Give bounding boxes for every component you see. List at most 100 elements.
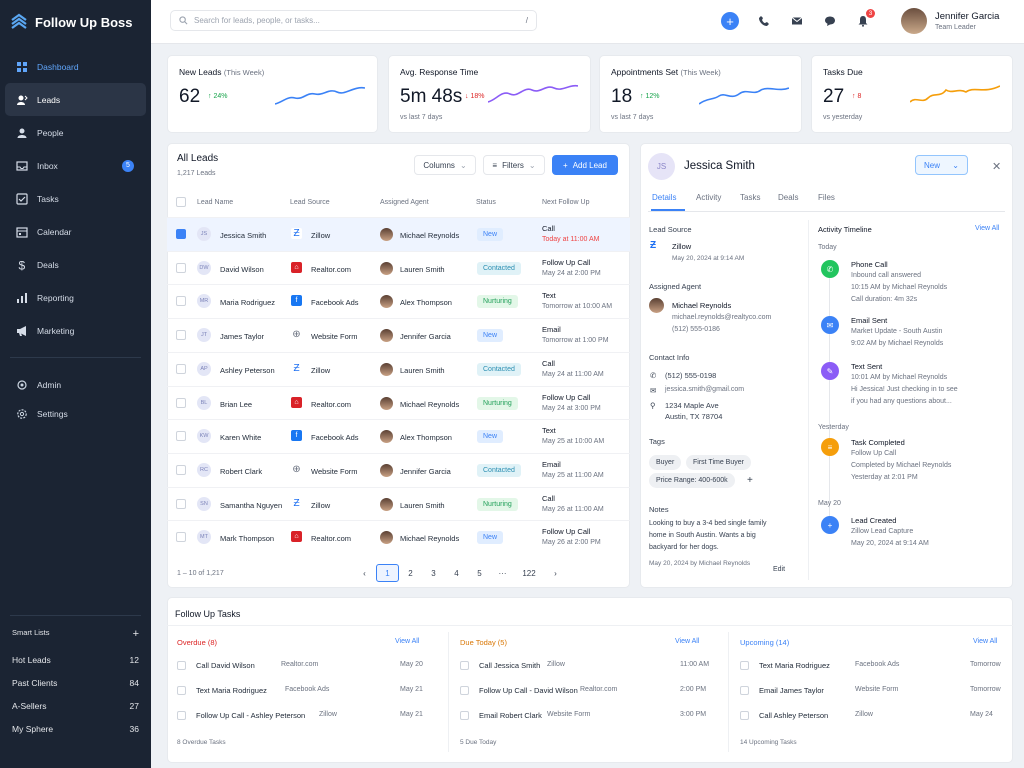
nav-item-people[interactable]: People xyxy=(5,116,146,149)
smart-list-item[interactable]: A-Sellers 27 xyxy=(0,694,151,717)
page-button[interactable]: 3 xyxy=(422,564,445,582)
task-group-due[interactable]: Due Today (5) xyxy=(460,638,507,647)
logo[interactable]: Follow Up Boss xyxy=(0,0,151,44)
edit-note-button[interactable]: Edit xyxy=(773,566,785,573)
stat-card[interactable]: Appointments Set (This Week) 18 ↑ 12% vs… xyxy=(599,55,802,133)
tab-tasks[interactable]: Tasks xyxy=(740,193,760,202)
phone-icon[interactable] xyxy=(756,13,772,29)
task-checkbox[interactable] xyxy=(460,685,469,695)
row-checkbox[interactable] xyxy=(176,262,186,273)
nav-item-admin[interactable]: Admin xyxy=(5,368,146,401)
task-checkbox[interactable] xyxy=(177,710,186,720)
table-row[interactable]: JT James Taylor ⊕ Website Form Jennifer … xyxy=(167,318,630,352)
view-all-tasks-link[interactable]: View All xyxy=(973,638,997,645)
page-button[interactable]: 4 xyxy=(445,564,468,582)
lead-name[interactable]: Jessica Smith xyxy=(220,231,266,240)
task-row[interactable]: Follow Up Call - Ashley Peterson xyxy=(177,706,305,724)
quick-add-button[interactable]: + xyxy=(721,12,739,30)
column-header[interactable]: Lead Name xyxy=(197,199,233,206)
row-checkbox[interactable] xyxy=(176,397,186,408)
agent-phone[interactable]: (512) 555-0186 xyxy=(672,326,720,333)
lead-name[interactable]: Karen White xyxy=(220,433,261,442)
lead-name[interactable]: Brian Lee xyxy=(220,400,252,409)
task-checkbox[interactable] xyxy=(740,660,749,670)
task-row[interactable]: Call Ashley Peterson xyxy=(740,706,828,724)
row-checkbox[interactable] xyxy=(176,532,186,543)
close-icon[interactable]: ✕ xyxy=(992,160,1001,173)
lead-name[interactable]: Maria Rodriguez xyxy=(220,298,275,307)
smart-list-item[interactable]: Past Clients 84 xyxy=(0,671,151,694)
tag[interactable]: Price Range: 400-600k xyxy=(649,473,735,488)
mail-icon[interactable] xyxy=(789,13,805,29)
tag[interactable]: First Time Buyer xyxy=(686,455,751,470)
lead-name[interactable]: Ashley Peterson xyxy=(220,366,275,375)
table-row[interactable]: MT Mark Thompson ⌂ Realtor.com Michael R… xyxy=(167,520,630,554)
stat-card[interactable]: New Leads (This Week) 62 ↑ 24% xyxy=(167,55,378,133)
task-row[interactable]: Email Robert Clark xyxy=(460,706,542,724)
row-checkbox[interactable] xyxy=(176,330,186,341)
stat-card[interactable]: Avg. Response Time 5m 48s ↓ 18% vs last … xyxy=(388,55,591,133)
task-row[interactable]: Follow Up Call - David Wilson xyxy=(460,681,578,699)
filters-button[interactable]: ≡ Filters ⌄ xyxy=(483,155,545,175)
contact-phone[interactable]: (512) 555-0198 xyxy=(665,371,716,380)
page-button[interactable]: ··· xyxy=(491,564,514,582)
table-row[interactable]: SN Samantha Nguyen Ƶ Zillow Lauren Smith… xyxy=(167,486,630,521)
task-group-overdue[interactable]: Overdue (8) xyxy=(177,638,217,647)
table-row[interactable]: MR Maria Rodriguez f Facebook Ads Alex T… xyxy=(167,284,630,318)
chat-icon[interactable] xyxy=(822,13,838,29)
task-checkbox[interactable] xyxy=(177,685,186,695)
agent-email[interactable]: michael.reynolds@realtyco.com xyxy=(672,314,771,321)
contact-email[interactable]: jessica.smith@gmail.com xyxy=(665,386,744,393)
tab-details[interactable]: Details xyxy=(652,193,676,202)
stat-card[interactable]: Tasks Due 27 ↑ 8 vs yesterday xyxy=(811,55,1013,133)
prev-page-button[interactable]: ‹ xyxy=(353,564,376,582)
nav-item-settings[interactable]: Settings xyxy=(5,401,146,427)
column-header[interactable]: Assigned Agent xyxy=(380,199,429,206)
table-row[interactable]: AP Ashley Peterson Ƶ Zillow Lauren Smith… xyxy=(167,351,630,386)
task-row[interactable]: Call Jessica Smith xyxy=(460,656,540,674)
task-row[interactable]: Text Maria Rodriguez xyxy=(177,681,267,699)
view-all-activity-link[interactable]: View All xyxy=(975,225,999,232)
nav-item-inbox[interactable]: Inbox 5 xyxy=(5,149,146,182)
row-checkbox[interactable] xyxy=(176,296,186,307)
add-smart-list-button[interactable]: + xyxy=(133,628,139,640)
task-group-upcoming[interactable]: Upcoming (14) xyxy=(740,638,789,647)
table-row[interactable]: RC Robert Clark ⊕ Website Form Jennifer … xyxy=(167,452,630,487)
nav-item-calendar[interactable]: Calendar xyxy=(5,215,146,248)
row-checkbox[interactable] xyxy=(176,363,186,374)
page-button[interactable]: 122 xyxy=(514,564,544,582)
status-select[interactable]: New ⌄ xyxy=(915,155,968,175)
search-input[interactable]: Search for leads, people, or tasks... / xyxy=(170,10,537,31)
lead-name[interactable]: Mark Thompson xyxy=(220,534,274,543)
task-checkbox[interactable] xyxy=(740,710,749,720)
table-row[interactable]: BL Brian Lee ⌂ Realtor.com Michael Reyno… xyxy=(167,385,630,420)
page-button[interactable]: 5 xyxy=(468,564,491,582)
tab-deals[interactable]: Deals xyxy=(778,193,798,202)
task-row[interactable]: Call David Wilson xyxy=(177,656,255,674)
task-checkbox[interactable] xyxy=(460,710,469,720)
row-checkbox[interactable] xyxy=(176,464,186,475)
next-page-button[interactable]: › xyxy=(544,564,567,582)
tab-activity[interactable]: Activity xyxy=(696,193,721,202)
row-checkbox[interactable] xyxy=(176,431,186,442)
table-row[interactable]: DW David Wilson ⌂ Realtor.com Lauren Smi… xyxy=(167,250,630,285)
view-all-tasks-link[interactable]: View All xyxy=(395,638,419,645)
task-row[interactable]: Email James Taylor xyxy=(740,681,824,699)
page-button[interactable]: 2 xyxy=(399,564,422,582)
nav-item-dashboard[interactable]: Dashboard xyxy=(5,50,146,83)
lead-name[interactable]: David Wilson xyxy=(220,265,264,274)
column-header[interactable]: Lead Source xyxy=(290,199,330,206)
task-checkbox[interactable] xyxy=(740,685,749,695)
table-row[interactable]: KW Karen White f Facebook Ads Alex Thomp… xyxy=(167,419,630,453)
task-checkbox[interactable] xyxy=(177,660,186,670)
nav-item-reporting[interactable]: Reporting xyxy=(5,281,146,314)
lead-name[interactable]: Robert Clark xyxy=(220,467,262,476)
column-header[interactable]: Next Follow Up xyxy=(542,199,589,206)
nav-item-deals[interactable]: $ Deals xyxy=(5,248,146,281)
smart-list-item[interactable]: My Sphere 36 xyxy=(0,717,151,740)
select-all-checkbox[interactable] xyxy=(176,197,186,207)
tab-files[interactable]: Files xyxy=(818,193,835,202)
task-row[interactable]: Text Maria Rodriguez xyxy=(740,656,830,674)
add-tag-button[interactable]: + xyxy=(747,475,753,486)
column-header[interactable]: Status xyxy=(476,199,496,206)
